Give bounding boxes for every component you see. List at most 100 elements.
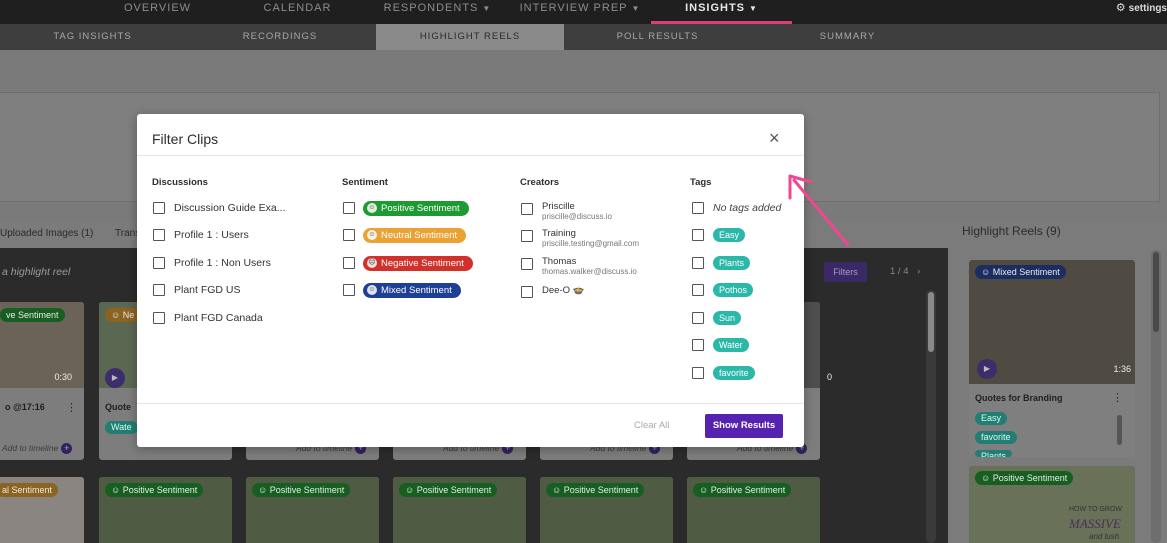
checkbox[interactable] <box>692 367 704 379</box>
clips-scrollbar-thumb[interactable] <box>928 292 934 352</box>
sentiment-pill: ☹ Negative Sentiment <box>363 255 473 271</box>
creator-option[interactable]: Training priscille.testing@gmail.com <box>521 228 639 249</box>
filters-button[interactable]: Filters <box>824 262 867 282</box>
add-to-timeline[interactable]: Add to timeline + <box>2 443 73 454</box>
highlight-reel-card[interactable]: ☺ Positive Sentiment HOW TO GROW MASSIVE… <box>969 466 1135 543</box>
reels-scrollbar-thumb[interactable] <box>1153 252 1159 332</box>
close-icon[interactable]: × <box>769 128 780 148</box>
sentiment-badge: ☺ Positive Sentiment <box>399 483 498 497</box>
option-label: Profile 1 : Users <box>174 229 249 241</box>
nav-interview-prep[interactable]: INTERVIEW PREP ▼ <box>515 0 645 24</box>
creator-option[interactable]: Thomas thomas.walker@discuss.io <box>521 256 637 277</box>
tab-uploaded-images[interactable]: Uploaded Images (1) <box>0 228 93 239</box>
play-icon[interactable]: ▶ <box>105 368 125 388</box>
creator-name: Dee-O 🍲 <box>542 285 585 296</box>
sentiment-option-positive[interactable]: ☺ Positive Sentiment <box>343 200 469 216</box>
sentiment-badge: ☺ Positive Sentiment <box>693 483 792 497</box>
checkbox[interactable] <box>692 257 704 269</box>
sentiment-badge: al Sentiment <box>0 483 59 497</box>
clip-card[interactable]: ☺ Positive Sentiment <box>99 477 232 543</box>
checkbox[interactable] <box>521 258 533 270</box>
checkbox[interactable] <box>153 202 165 214</box>
tab-summary[interactable]: SUMMARY <box>780 24 915 50</box>
nav-respondents[interactable]: RESPONDENTS ▼ <box>380 0 495 24</box>
nav-calendar[interactable]: CALENDAR <box>250 0 345 24</box>
sentiment-heading: Sentiment <box>342 177 388 188</box>
tag-option[interactable]: Sun <box>692 310 742 326</box>
checkbox[interactable] <box>153 312 165 324</box>
tag-option[interactable]: Plants <box>692 255 751 271</box>
checkbox[interactable] <box>692 312 704 324</box>
tag-pill: Water <box>713 338 749 352</box>
clip-card[interactable]: ☺ Positive Sentiment <box>687 477 820 543</box>
sentiment-badge: ve Sentiment <box>0 308 65 322</box>
checkbox[interactable] <box>343 284 355 296</box>
discussion-option[interactable]: Plant FGD Canada <box>153 310 263 326</box>
happy-face-icon: ☺ <box>552 485 562 495</box>
more-icon[interactable]: ⋮ <box>1112 391 1123 404</box>
discussion-option[interactable]: Profile 1 : Users <box>153 227 249 243</box>
happy-face-icon: ☺ <box>111 485 121 495</box>
checkbox[interactable] <box>521 203 533 215</box>
settings-link[interactable]: ⚙ settings <box>1116 0 1167 17</box>
nav-insights[interactable]: INSIGHTS ▼ <box>651 0 792 24</box>
clip-card[interactable]: ☺ Positive Sentiment <box>246 477 379 543</box>
creator-email: priscille.testing@gmail.com <box>542 239 640 248</box>
clip-title: o @17:16 <box>5 402 45 412</box>
checkbox[interactable] <box>692 202 704 214</box>
creators-heading: Creators <box>520 177 560 188</box>
reel-tags-scrollbar[interactable] <box>1117 415 1122 445</box>
clip-card[interactable]: ve Sentiment 0:30 o @17:16 ⋮ Add to time… <box>0 302 84 460</box>
checkbox[interactable] <box>343 257 355 269</box>
divider <box>137 155 804 156</box>
checkbox[interactable] <box>153 257 165 269</box>
checkbox[interactable] <box>692 339 704 351</box>
tag-option[interactable]: favorite <box>692 365 755 381</box>
creator-option[interactable]: Dee-O 🍲 <box>521 284 584 298</box>
checkbox[interactable] <box>153 229 165 241</box>
sentiment-option-negative[interactable]: ☹ Negative Sentiment <box>343 255 473 271</box>
tab-tag-insights[interactable]: TAG INSIGHTS <box>30 24 155 50</box>
clip-duration: 0:30 <box>54 372 72 382</box>
sad-face-icon: ☹ <box>367 258 377 268</box>
tab-recordings[interactable]: RECORDINGS <box>210 24 350 50</box>
clip-title: Quote <box>105 402 131 412</box>
clip-card[interactable]: ☺ Positive Sentiment <box>393 477 526 543</box>
checkbox[interactable] <box>521 286 533 298</box>
thumb-caption: and lush <box>1089 532 1120 541</box>
tag-option[interactable]: Water <box>692 337 749 353</box>
creator-email: priscille@discuss.io <box>542 212 612 221</box>
more-icon[interactable]: ⋮ <box>66 401 77 414</box>
checkbox[interactable] <box>343 202 355 214</box>
sentiment-option-mixed[interactable]: ☺ Mixed Sentiment <box>343 282 461 298</box>
show-results-button[interactable]: Show Results <box>705 414 783 438</box>
play-icon[interactable]: ▶ <box>977 359 997 379</box>
creator-option[interactable]: Priscille priscille@discuss.io <box>521 201 612 222</box>
discussion-option[interactable]: Discussion Guide Exa... <box>153 200 285 216</box>
creator-name: Priscille <box>542 201 575 212</box>
plus-icon: + <box>61 443 73 454</box>
sentiment-option-neutral[interactable]: ☺ Neutral Sentiment <box>343 227 467 243</box>
reel-hint-text: a highlight reel <box>2 266 71 278</box>
chevron-right-icon[interactable]: › <box>917 266 920 277</box>
option-label: Discussion Guide Exa... <box>174 202 286 214</box>
discussion-option[interactable]: Profile 1 : Non Users <box>153 255 271 271</box>
tag-pill: Sun <box>713 311 742 325</box>
modal-title: Filter Clips <box>152 131 219 147</box>
nav-overview[interactable]: OVERVIEW <box>110 0 205 24</box>
clip-card[interactable]: ☺ Positive Sentiment <box>540 477 673 543</box>
discussion-option[interactable]: Plant FGD US <box>153 282 241 298</box>
checkbox[interactable] <box>692 229 704 241</box>
tab-poll-results[interactable]: POLL RESULTS <box>590 24 725 50</box>
tag-option[interactable]: Easy <box>692 227 746 243</box>
checkbox[interactable] <box>343 229 355 241</box>
checkbox[interactable] <box>692 284 704 296</box>
checkbox[interactable] <box>153 284 165 296</box>
highlight-reel-card[interactable]: ☺ Mixed Sentiment ▶ 1:36 Quotes for Bran… <box>969 260 1135 457</box>
tab-highlight-reels[interactable]: HIGHLIGHT REELS <box>376 24 564 50</box>
clear-all-button[interactable]: Clear All <box>634 420 669 431</box>
tag-option-none[interactable]: No tags added <box>692 200 781 216</box>
clip-card[interactable]: al Sentiment <box>0 477 84 543</box>
checkbox[interactable] <box>521 230 533 242</box>
tag-option[interactable]: Pothos <box>692 282 754 298</box>
